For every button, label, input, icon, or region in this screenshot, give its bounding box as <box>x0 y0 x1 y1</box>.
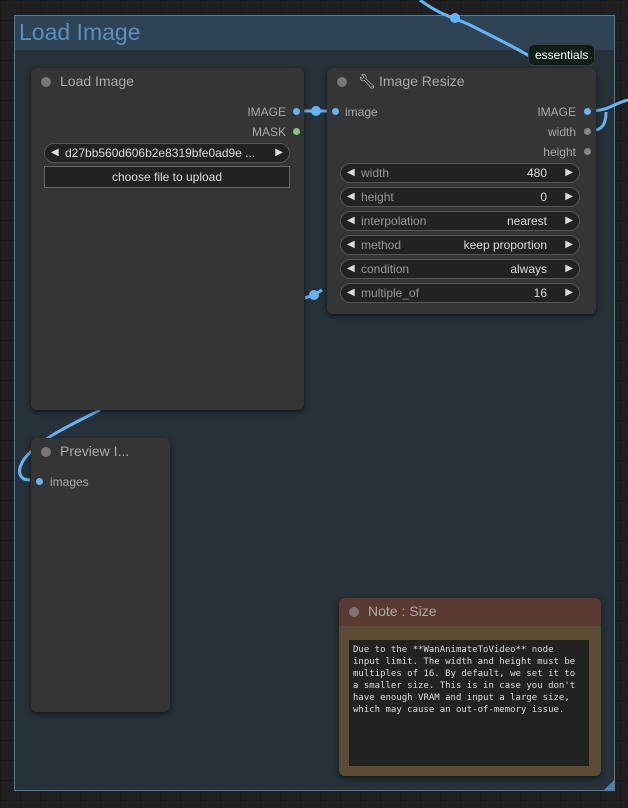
output-label-height: height <box>543 145 576 159</box>
link-reroute-dot <box>450 13 460 23</box>
arrow-right-icon[interactable]: ▶ <box>565 215 573 226</box>
output-label-width: width <box>547 125 576 139</box>
arrow-left-icon[interactable]: ◀ <box>347 167 355 178</box>
output-slot-image-icon[interactable] <box>293 108 300 115</box>
collapse-dot-icon[interactable] <box>41 447 51 457</box>
widget-width[interactable]: ◀ width 480 ▶ <box>340 163 580 183</box>
link-midpoint-dot <box>311 106 321 116</box>
collapse-dot-icon[interactable] <box>337 77 347 87</box>
arrow-left-icon[interactable]: ◀ <box>347 287 355 298</box>
node-header[interactable]: Preview I... <box>31 438 170 466</box>
arrow-left-icon[interactable]: ◀ <box>347 239 355 250</box>
widget-value: 0 <box>540 190 547 204</box>
node-header[interactable]: Note : Size <box>339 598 601 626</box>
output-label-mask: MASK <box>251 125 286 139</box>
widget-value: nearest <box>506 214 547 228</box>
input-label-image: image <box>345 105 378 119</box>
widget-height[interactable]: ◀ height 0 ▶ <box>340 187 580 207</box>
wrench-icon: 🔧︎ <box>358 73 376 89</box>
arrow-left-icon[interactable]: ◀ <box>51 147 59 158</box>
node-image-resize[interactable]: 🔧︎ Image Resize image IMAGE width height… <box>327 68 596 314</box>
widget-value: keep proportion <box>463 238 547 252</box>
node-title: Note : Size <box>368 603 437 619</box>
essentials-badge: essentials <box>528 44 596 66</box>
widget-name: interpolation <box>361 214 427 228</box>
collapse-dot-icon[interactable] <box>349 607 359 617</box>
input-slot-images-icon[interactable] <box>36 478 43 485</box>
arrow-left-icon[interactable]: ◀ <box>347 215 355 226</box>
arrow-right-icon[interactable]: ▶ <box>275 147 283 158</box>
widget-name: method <box>361 238 402 252</box>
link-lower-dot <box>309 290 319 300</box>
widget-name: multiple_of <box>361 286 420 300</box>
widget-value: 480 <box>526 166 547 180</box>
widget-name: height <box>361 190 394 204</box>
widget-interpolation[interactable]: ◀ interpolation nearest ▶ <box>340 211 580 231</box>
arrow-right-icon[interactable]: ▶ <box>565 191 573 202</box>
node-title: Image Resize <box>379 73 465 89</box>
link-top <box>419 0 546 67</box>
widget-name: width <box>361 166 390 180</box>
widget-method[interactable]: ◀ method keep proportion ▶ <box>340 235 580 255</box>
arrow-right-icon[interactable]: ▶ <box>565 167 573 178</box>
arrow-right-icon[interactable]: ▶ <box>565 263 573 274</box>
output-slot-height-icon[interactable] <box>584 148 591 155</box>
input-label-images: images <box>50 475 89 489</box>
node-title: Preview I... <box>60 443 130 459</box>
file-combo[interactable]: ◀ d27bb560d606b2e8319bfe0ad9e ... ▶ <box>44 143 290 163</box>
widget-condition[interactable]: ◀ condition always ▶ <box>340 259 580 279</box>
node-load-image[interactable]: Load Image IMAGE MASK ◀ d27bb560d606b2e8… <box>31 68 304 410</box>
node-title: Load Image <box>60 73 134 89</box>
collapse-dot-icon[interactable] <box>41 77 51 87</box>
arrow-right-icon[interactable]: ▶ <box>565 239 573 250</box>
widget-name: condition <box>361 262 410 276</box>
node-preview-image[interactable]: Preview I... images <box>31 438 170 712</box>
output-label-image: IMAGE <box>247 105 286 119</box>
output-slot-mask-icon[interactable] <box>293 128 300 135</box>
node-header[interactable]: Load Image <box>31 68 304 96</box>
node-header[interactable]: 🔧︎ Image Resize <box>327 68 596 96</box>
output-slot-width-icon[interactable] <box>584 128 591 135</box>
upload-button[interactable]: choose file to upload <box>44 166 290 188</box>
note-textarea[interactable]: Due to the **WanAnimateToVideo** node in… <box>349 640 589 766</box>
arrow-left-icon[interactable]: ◀ <box>347 263 355 274</box>
input-slot-image-icon[interactable] <box>332 108 339 115</box>
file-value: d27bb560d606b2e8319bfe0ad9e ... <box>65 146 256 160</box>
widget-value: 16 <box>533 286 547 300</box>
output-label-image: IMAGE <box>537 105 576 119</box>
widget-multiple-of[interactable]: ◀ multiple_of 16 ▶ <box>340 283 580 303</box>
arrow-left-icon[interactable]: ◀ <box>347 191 355 202</box>
arrow-right-icon[interactable]: ▶ <box>565 287 573 298</box>
output-slot-image-icon[interactable] <box>584 108 591 115</box>
widget-value: always <box>510 262 547 276</box>
